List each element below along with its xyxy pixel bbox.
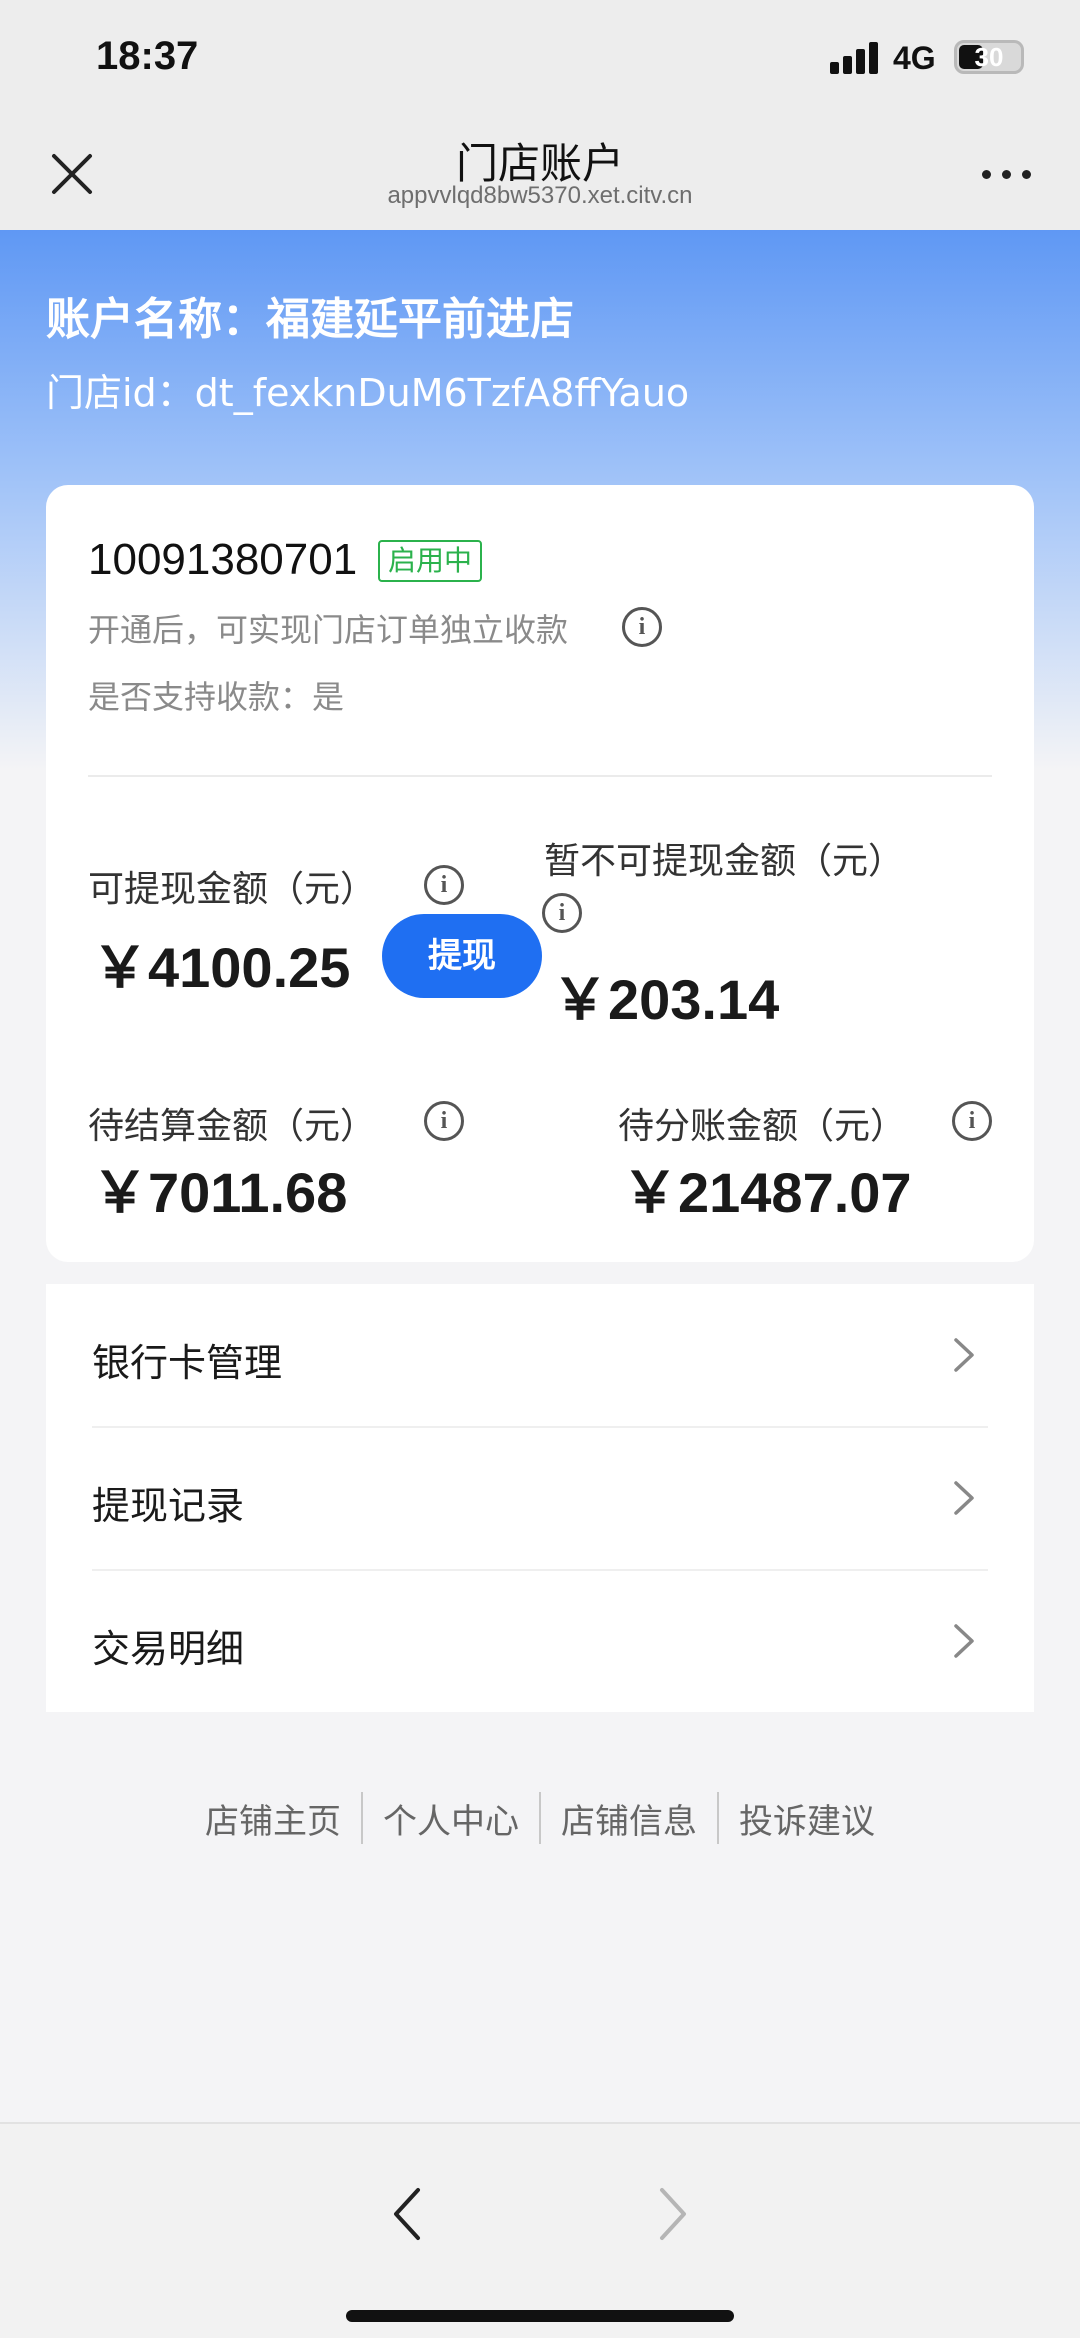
menu-item-withdraw-records[interactable]: 提现记录 xyxy=(46,1427,1034,1570)
menu-item-transactions[interactable]: 交易明细 xyxy=(46,1570,1034,1713)
divider xyxy=(88,775,992,777)
footer-links: 店铺主页 个人中心 店铺信息 投诉建议 xyxy=(0,1790,1080,1846)
info-icon[interactable]: i xyxy=(622,607,662,647)
footer-link-personal-center[interactable]: 个人中心 xyxy=(363,1794,539,1843)
pending-split-amount: ￥21487.07 xyxy=(622,1161,912,1224)
status-badge: 启用中 xyxy=(378,540,483,582)
back-icon[interactable] xyxy=(392,2186,422,2242)
account-description: 开通后，可实现门店订单独立收款 xyxy=(88,611,569,649)
account-name: 账户名称：福建延平前进店 xyxy=(46,294,574,345)
battery-icon: 30 xyxy=(954,40,1024,74)
footer-link-store-info[interactable]: 店铺信息 xyxy=(541,1794,717,1843)
footer-link-complaints[interactable]: 投诉建议 xyxy=(719,1794,895,1843)
signal-icon xyxy=(830,42,882,74)
nav-bar: 门店账户 appvvlqd8bw5370.xet.citv.cn xyxy=(0,120,1080,230)
more-icon[interactable] xyxy=(976,162,1036,186)
browser-toolbar xyxy=(0,2122,1080,2338)
menu-item-label: 银行卡管理 xyxy=(92,1341,283,1385)
store-id: 门店id：dt_fexknDuM6TzfA8ffYauo xyxy=(46,371,690,415)
footer-link-store-home[interactable]: 店铺主页 xyxy=(185,1794,361,1843)
status-bar: 18:37 4G 30 xyxy=(0,0,1080,120)
withdrawable-label: 可提现金额（元） xyxy=(88,869,377,910)
withdraw-button[interactable]: 提现 xyxy=(382,914,542,998)
chevron-right-icon xyxy=(954,1338,974,1372)
info-icon[interactable]: i xyxy=(424,865,464,905)
pending-settlement-label: 待结算金额（元） xyxy=(88,1106,377,1147)
not-withdrawable-label: 暂不可提现金额（元） xyxy=(544,841,905,882)
account-number: 10091380701 xyxy=(88,535,358,584)
home-indicator xyxy=(346,2310,734,2322)
info-icon[interactable]: i xyxy=(952,1101,992,1141)
menu-item-label: 交易明细 xyxy=(92,1627,245,1671)
not-withdrawable-amount: ￥203.14 xyxy=(552,968,780,1031)
chevron-right-icon xyxy=(954,1624,974,1658)
page-url: appvvlqd8bw5370.xet.citv.cn xyxy=(387,182,693,209)
menu-item-bank-card[interactable]: 银行卡管理 xyxy=(46,1284,1034,1427)
network-label: 4G xyxy=(893,40,936,76)
pending-settlement-amount: ￥7011.68 xyxy=(92,1161,348,1224)
pending-split-label: 待分账金额（元） xyxy=(618,1106,907,1147)
forward-icon[interactable] xyxy=(658,2186,688,2242)
info-icon[interactable]: i xyxy=(542,893,582,933)
battery-level: 30 xyxy=(974,42,1004,72)
menu-list: 银行卡管理 提现记录 交易明细 xyxy=(46,1284,1034,1712)
withdrawable-amount: ￥4100.25 xyxy=(92,936,351,999)
status-time: 18:37 xyxy=(96,34,199,78)
info-icon[interactable]: i xyxy=(424,1101,464,1141)
support-payment-label: 是否支持收款：是 xyxy=(88,678,345,716)
menu-item-label: 提现记录 xyxy=(92,1484,245,1528)
chevron-right-icon xyxy=(954,1481,974,1515)
account-card: 10091380701 启用中 开通后，可实现门店订单独立收款 i 是否支持收款… xyxy=(46,485,1034,1262)
